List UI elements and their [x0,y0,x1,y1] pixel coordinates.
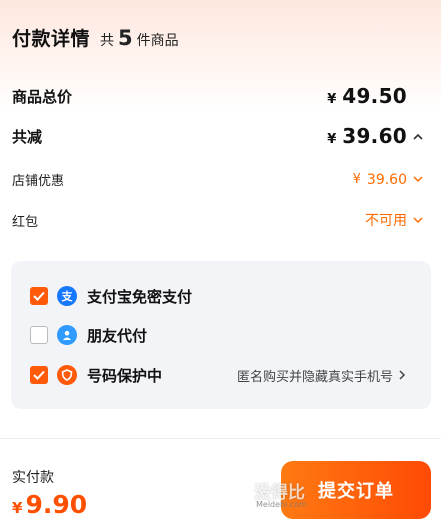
red-packet-row[interactable]: 红包 不可用 [12,210,429,230]
shop-discount-amount[interactable]: ¥ 39.60 [353,172,429,188]
friend-icon [57,325,77,345]
total-price-label: 商品总价 [12,87,73,106]
checkbox-checked[interactable] [30,366,48,384]
discount-currency: ¥ [327,132,337,147]
shop-discount-label: 店铺优惠 [12,174,65,189]
footer-divider [0,438,441,439]
option-label: 号码保护中 [87,366,163,385]
discount-amount[interactable]: ¥ 39.60 [327,124,429,148]
submit-order-button[interactable]: 提交订单 [281,461,431,519]
option-label: 朋友代付 [87,326,148,345]
page-title: 付款详情 [12,28,91,50]
option-number-protection[interactable]: 号码保护中 匿名购买并隐藏真实手机号 [30,361,415,389]
total-price-currency: ¥ [327,92,337,107]
checkbox-unchecked[interactable] [30,326,48,344]
red-packet-label: 红包 [12,214,39,230]
item-count-prefix: 共 [100,33,115,49]
chevron-down-icon[interactable] [413,216,429,224]
hint-text: 匿名购买并隐藏真实手机号 [236,369,393,385]
red-packet-value: 不可用 [365,213,407,229]
discount-value: 39.60 [342,124,407,148]
total-price-amount: ¥ 49.50 [327,84,407,108]
option-label: 支付宝免密支付 [87,287,193,306]
option-alipay-nopassword[interactable]: 支 支付宝免密支付 [30,282,415,310]
item-count-suffix: 件商品 [136,33,179,49]
shop-discount-row[interactable]: 店铺优惠 ¥ 39.60 [12,170,429,189]
svg-text:支: 支 [61,290,73,302]
actual-pay-currency: ¥ [12,499,23,517]
red-packet-status[interactable]: 不可用 [365,210,429,230]
chevron-right-icon[interactable] [399,370,415,380]
actual-pay-value: 9.90 [25,490,88,519]
submit-order-label: 提交订单 [318,481,394,502]
chevron-down-icon[interactable] [413,176,429,183]
total-price-value: 49.50 [342,84,407,108]
shield-icon [57,365,77,385]
chevron-up-icon[interactable] [413,133,429,140]
shop-discount-currency: ¥ [352,172,361,187]
item-count: 共 5 件商品 [100,26,179,50]
number-protection-hint[interactable]: 匿名购买并隐藏真实手机号 [237,366,415,385]
actual-pay-amount: ¥ 9.90 [12,490,87,519]
payment-options-panel: 支 支付宝免密支付 朋友代付 号码保护中 匿名购买并隐藏真实手机号 [11,261,431,409]
option-friend-pay[interactable]: 朋友代付 [30,321,415,349]
payment-detail-header: 付款详情 共 5 件商品 [12,24,179,58]
alipay-icon: 支 [57,286,77,306]
shop-discount-value: 39.60 [366,171,407,188]
actual-pay-label: 实付款 [12,470,54,486]
total-price-row: 商品总价 ¥ 49.50 [12,84,429,108]
checkbox-checked[interactable] [30,287,48,305]
item-count-number: 5 [118,26,133,50]
discount-row[interactable]: 共减 ¥ 39.60 [12,124,429,148]
discount-label: 共减 [12,127,43,146]
